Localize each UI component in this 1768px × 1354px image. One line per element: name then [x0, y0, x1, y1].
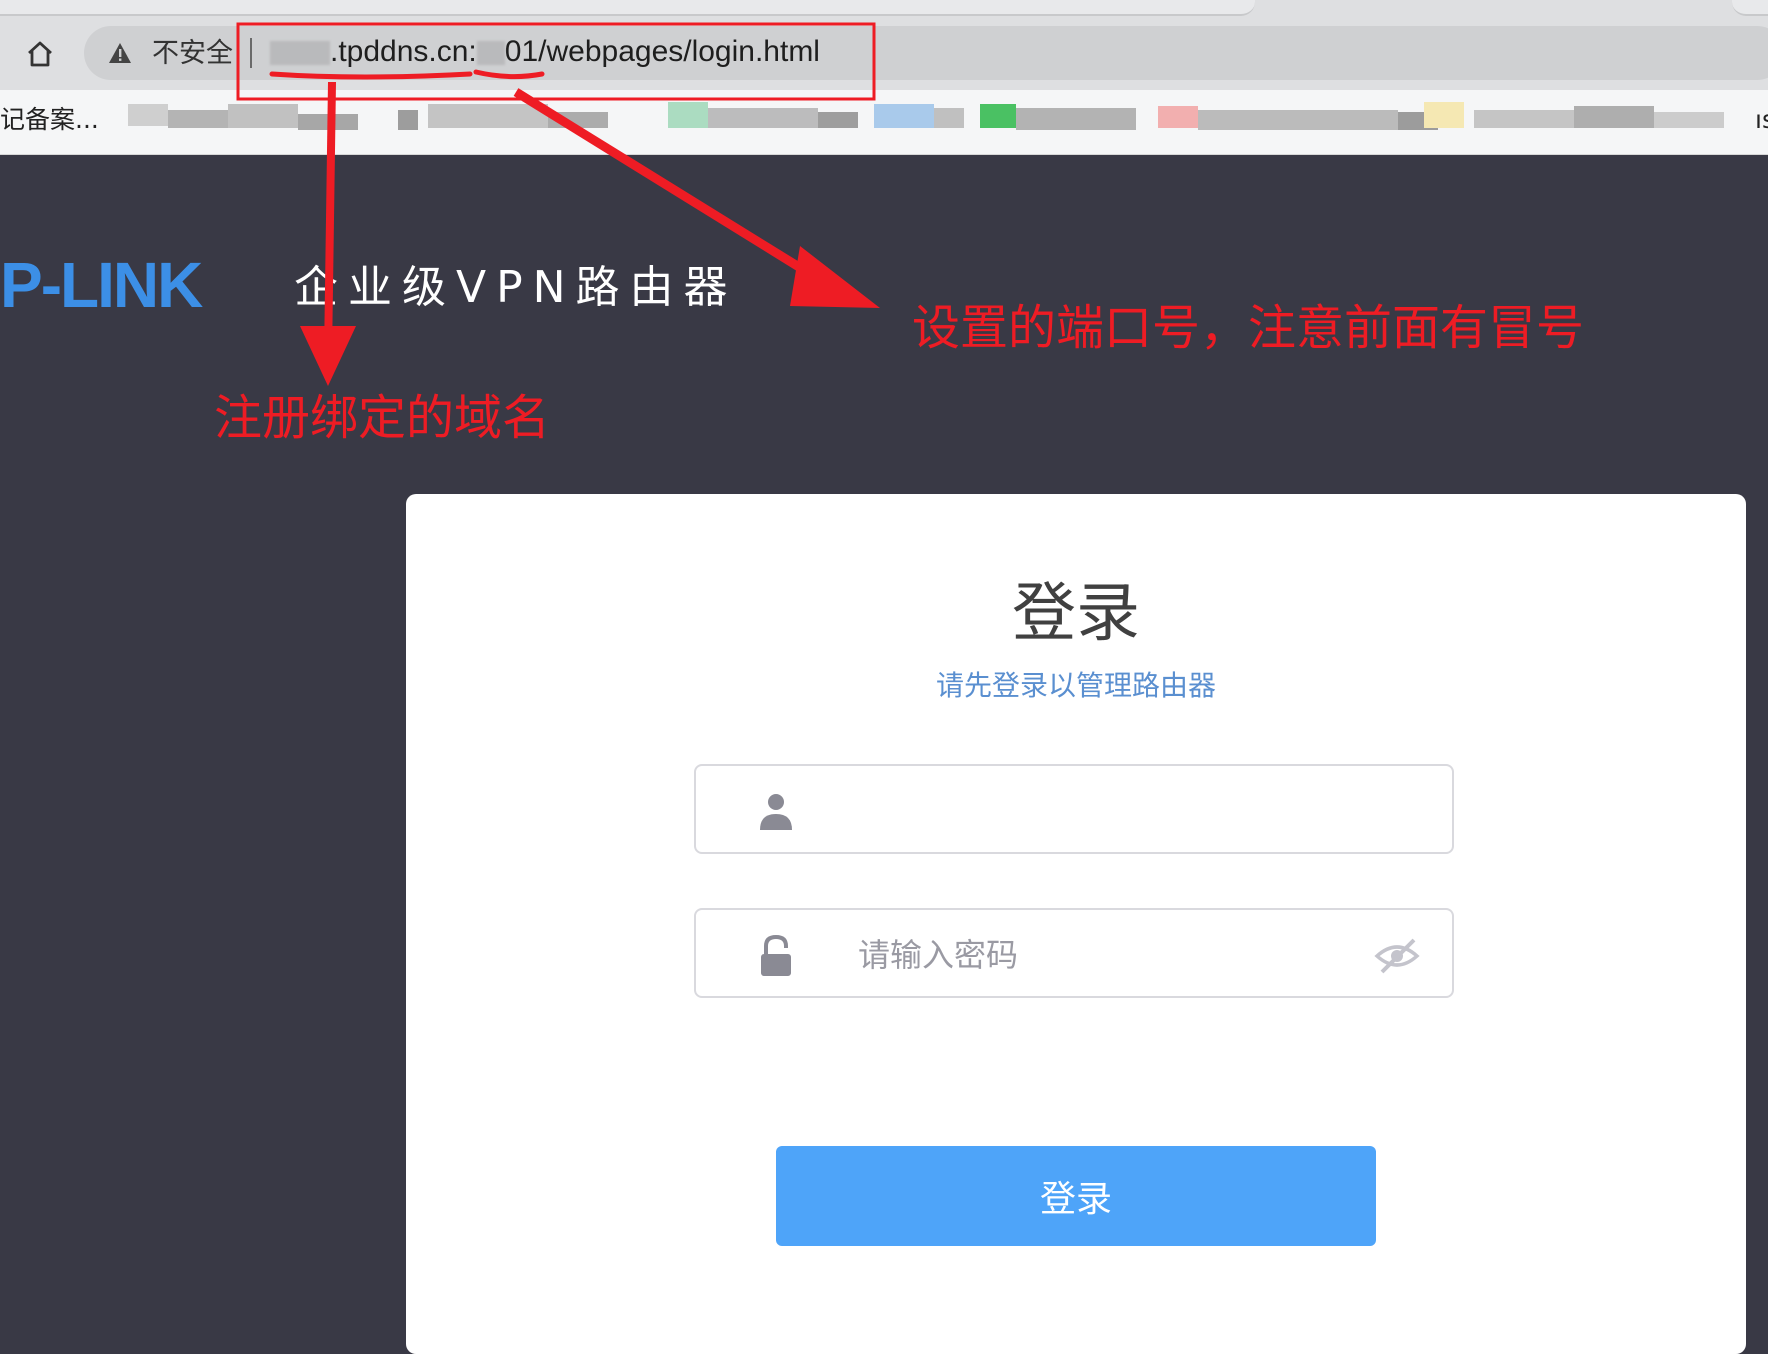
security-status[interactable]: 不安全 — [152, 34, 233, 74]
home-button[interactable] — [20, 34, 60, 74]
port-arrow-head — [790, 246, 880, 308]
domain-annotation: 注册绑定的域名 — [214, 390, 551, 446]
tab-strip — [0, 0, 1255, 16]
eye-slash-icon[interactable] — [1374, 936, 1420, 976]
login-subtitle: 请先登录以管理路由器 — [935, 669, 1216, 702]
url-text[interactable]: .tpddns.cn: 01/webpages/login.html — [270, 30, 820, 74]
address-separator — [250, 38, 252, 68]
password-field[interactable] — [694, 908, 1454, 998]
brand-logo: P-LINK — [0, 249, 203, 321]
home-icon — [28, 41, 52, 67]
username-field[interactable] — [694, 764, 1454, 854]
redacted-subdomain — [270, 41, 330, 66]
warning-icon[interactable] — [108, 42, 132, 64]
redacted-bookmarks — [128, 102, 1724, 130]
password-input[interactable] — [856, 926, 1380, 984]
bookmark-item-truncated[interactable]: ıs — [1755, 100, 1768, 140]
product-title: 企业级VPN路由器 — [294, 262, 738, 313]
tab-strip-right — [1732, 0, 1768, 16]
login-title: 登录 — [1012, 577, 1140, 651]
login-button[interactable]: 登录 — [776, 1146, 1376, 1246]
port-annotation: 设置的端口号，注意前面有冒号 — [912, 300, 1585, 356]
login-card: 登录 请先登录以管理路由器 登录 — [406, 494, 1746, 1354]
lock-icon — [761, 934, 791, 976]
url-domain-suffix: .tpddns.cn: — [330, 35, 477, 68]
domain-arrow-head — [300, 326, 356, 386]
url-path: /webpages/login.html — [538, 35, 820, 68]
redacted-port — [476, 41, 505, 66]
bookmark-item[interactable]: 记备案... — [0, 100, 99, 140]
username-input[interactable] — [856, 782, 1380, 840]
user-icon — [760, 794, 792, 830]
url-port-tail: 01 — [504, 35, 539, 68]
